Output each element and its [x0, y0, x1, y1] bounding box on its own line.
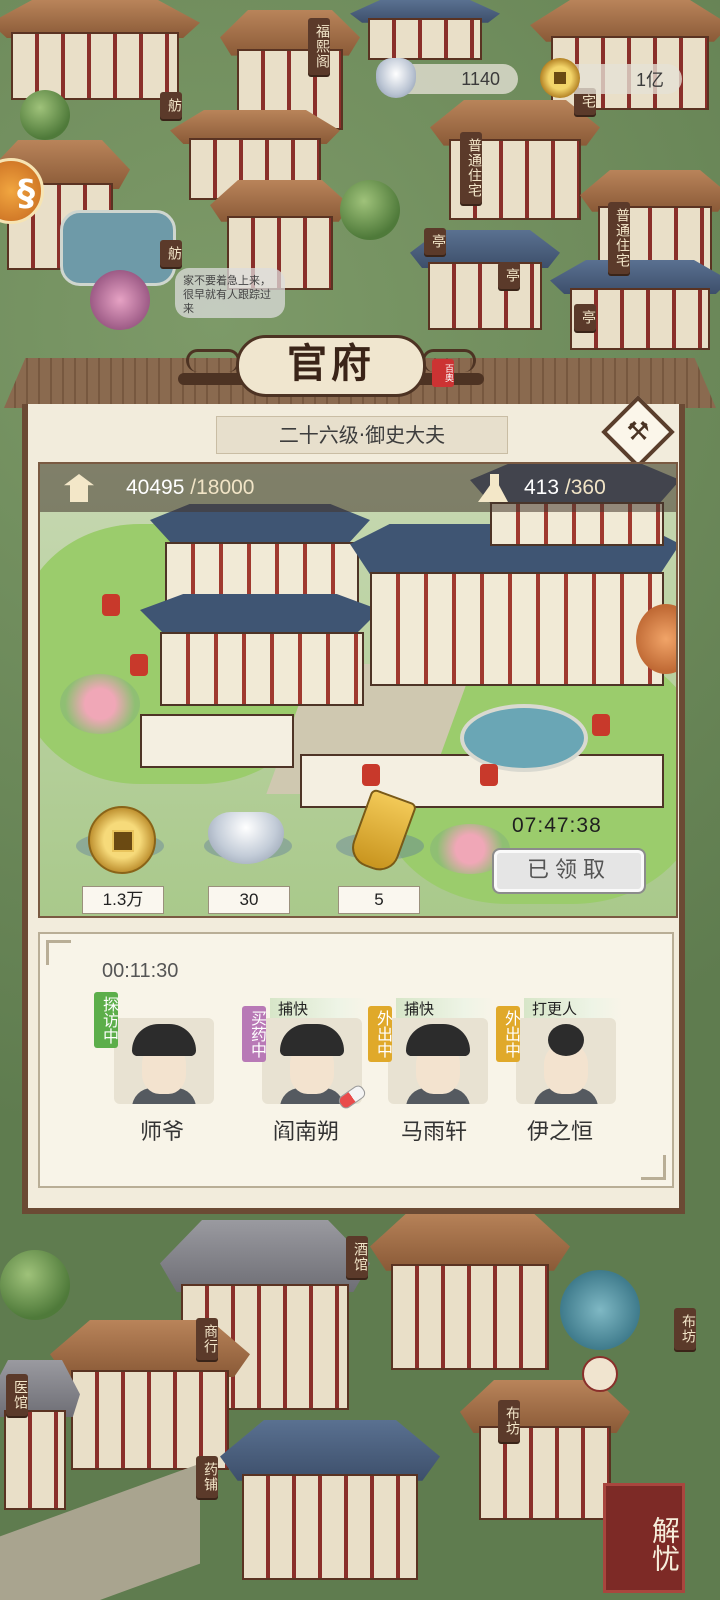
label-yaopu[interactable]: 药铺 — [196, 1456, 218, 1498]
status-badge: 外出中 — [496, 1006, 521, 1062]
copper-value: 1亿 — [635, 70, 664, 90]
label-putong-zhuzhai-1[interactable]: 普通住宅 — [460, 132, 482, 204]
population-max: /360 — [564, 476, 606, 499]
label-shanghang[interactable]: 商行 — [196, 1318, 218, 1360]
staff-name: 阎南朔 — [272, 1120, 339, 1145]
reward-timer: 07:47:38 — [512, 814, 602, 837]
staff-role: 捕快 — [270, 998, 368, 1020]
speech-bubble: 家不要着急上来，很早就有人跟踪过来 — [175, 268, 285, 318]
label-bufang-1[interactable]: 布坊 — [674, 1308, 696, 1350]
label-bufang-2[interactable]: 布坊 — [498, 1400, 520, 1442]
copper-counter[interactable]: 1亿 — [540, 58, 682, 98]
staff-card-yi-zhiheng[interactable]: 打更人 外出中 伊之恒 — [496, 998, 622, 1148]
label-ting-2[interactable]: 亭 — [498, 262, 520, 289]
rank-label: 二十六级·御史大夫 — [216, 416, 508, 454]
silver-value: 1140 — [461, 68, 500, 89]
token-reward-value: 5 — [338, 886, 420, 914]
silver-reward-value: 30 — [208, 886, 290, 914]
mansion-scene[interactable]: 40495 /18000 413 /360 1.3万 30 5 07:47:38… — [38, 462, 678, 918]
copper-coin-icon — [540, 58, 580, 98]
copper-coin-reward-icon — [88, 806, 156, 874]
tree — [90, 270, 150, 330]
jieyou-button[interactable]: 解忧 — [603, 1483, 685, 1593]
government-office-panel: 二十六级·御史大夫 ⚒ 40495 /18000 413 /360 1.3万 3… — [22, 395, 685, 1214]
silver-ingot-icon — [376, 58, 416, 98]
status-badge: 探访中 — [94, 992, 119, 1048]
prosperity-value: 40495 — [126, 476, 185, 499]
prosperity-stat: 40495 /18000 — [126, 464, 254, 512]
label-putong-zhuzhai-2[interactable]: 普通住宅 — [608, 202, 630, 274]
label-fang-1[interactable]: 舫 — [160, 92, 182, 119]
building[interactable] — [460, 1380, 630, 1520]
label-yiguan[interactable]: 医馆 — [6, 1374, 28, 1416]
wine-jar-icon[interactable] — [582, 1356, 618, 1392]
staff-card-yan-nanshuo[interactable]: 捕快 买药中 阎南朔 — [242, 998, 368, 1148]
population-value: 413 — [524, 476, 560, 499]
tree — [0, 1250, 70, 1320]
stats-bar: 40495 /18000 413 /360 — [40, 464, 676, 512]
tree — [20, 90, 70, 140]
staff-name: 马雨轩 — [400, 1120, 467, 1145]
building[interactable] — [220, 1420, 440, 1580]
claimed-button[interactable]: 已领取 — [492, 848, 646, 894]
prosperity-icon — [64, 474, 94, 502]
staff-card-shiye[interactable]: 探访中 师爷 — [94, 992, 214, 1148]
upgrade-button[interactable]: ⚒ — [601, 395, 675, 469]
label-ting-1[interactable]: 亭 — [424, 228, 446, 255]
population-stat: 413 /360 — [524, 464, 606, 512]
silver-counter[interactable]: 1140 — [376, 58, 518, 98]
prosperity-max: /18000 — [190, 476, 255, 499]
staff-card-ma-yuxuan[interactable]: 捕快 外出中 马雨轩 — [368, 998, 494, 1148]
building[interactable] — [350, 0, 500, 60]
staff-countdown: 00:11:30 — [102, 960, 179, 982]
avatar — [516, 1018, 616, 1104]
population-icon — [478, 474, 508, 502]
staff-role: 打更人 — [524, 998, 622, 1020]
label-fang-2[interactable]: 舫 — [160, 240, 182, 267]
tree — [340, 180, 400, 240]
avatar — [388, 1018, 488, 1104]
status-badge: 买药中 — [242, 1006, 267, 1062]
staff-name: 师爷 — [139, 1120, 184, 1145]
copper-reward-value: 1.3万 — [82, 886, 164, 914]
building[interactable] — [370, 1210, 570, 1370]
label-fuxiange[interactable]: 福熙阁 — [308, 18, 330, 75]
seal-stamp: 百奥 — [432, 359, 454, 387]
staff-role: 捕快 — [396, 998, 494, 1020]
tree — [560, 1270, 640, 1350]
staff-section: 00:11:30 探访中 师爷 捕快 买药中 阎南朔 捕快 外出中 马雨轩 打更… — [38, 932, 674, 1188]
staff-name: 伊之恒 — [526, 1120, 593, 1145]
label-jiuguan[interactable]: 酒馆 — [346, 1236, 368, 1278]
building[interactable] — [0, 0, 200, 100]
status-badge: 外出中 — [368, 1006, 393, 1062]
hammer-icon: ⚒ — [626, 417, 650, 447]
avatar — [114, 1018, 214, 1104]
label-ting-3[interactable]: 亭 — [574, 304, 596, 331]
panel-title-plate: 官府 百奥 — [178, 335, 484, 397]
